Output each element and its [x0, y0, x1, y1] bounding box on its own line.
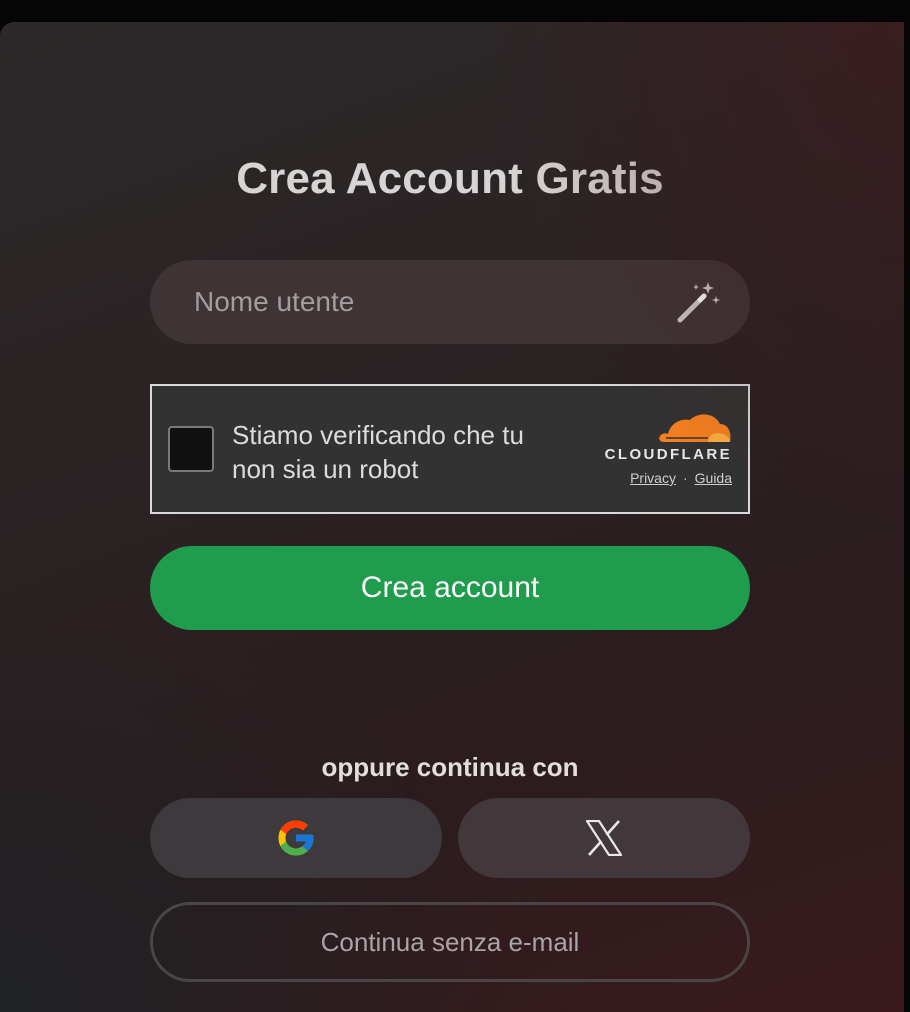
- cloudflare-logo-icon: [658, 410, 732, 444]
- cloudflare-wordmark: CLOUDFLARE: [604, 446, 732, 463]
- x-login-button[interactable]: [458, 798, 750, 878]
- create-account-button[interactable]: Crea account: [150, 546, 750, 630]
- continue-without-email-button[interactable]: Continua senza e-mail: [150, 902, 750, 982]
- or-continue-label: oppure continua con: [321, 752, 579, 782]
- page-title: Crea Account Gratis: [236, 154, 664, 203]
- username-field-container: [150, 260, 750, 344]
- captcha-checkbox[interactable]: [168, 426, 214, 472]
- username-input[interactable]: [150, 260, 750, 344]
- captcha-label: Stiamo verificando che tu non sia un rob…: [232, 420, 524, 484]
- google-login-button[interactable]: [150, 798, 442, 878]
- magic-wand-icon[interactable]: [674, 278, 722, 326]
- captcha-links: Privacy · Guida: [630, 470, 732, 486]
- help-link[interactable]: Guida: [695, 470, 732, 486]
- cloudflare-captcha: Stiamo verificando che tu non sia un rob…: [150, 384, 750, 514]
- link-separator: ·: [682, 470, 688, 486]
- signup-panel: Crea Account Gratis Stiamo verificando c…: [0, 22, 904, 1012]
- privacy-link[interactable]: Privacy: [630, 470, 676, 486]
